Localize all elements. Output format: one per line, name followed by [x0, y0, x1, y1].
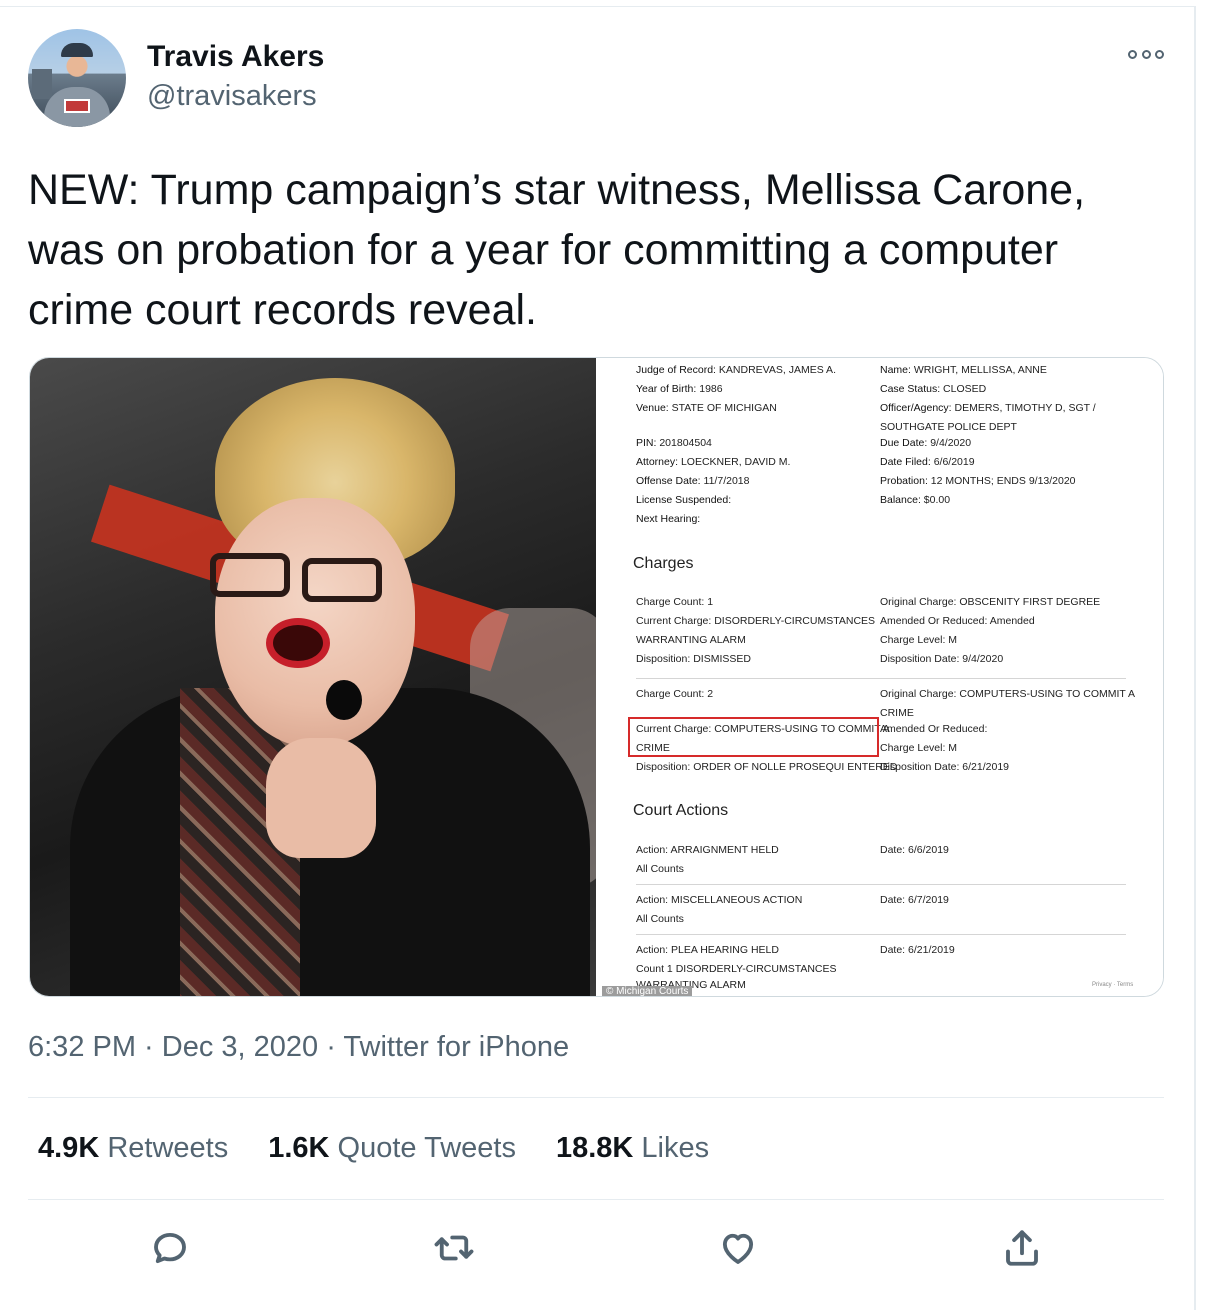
- court-record[interactable]: Judge of Record: KANDREVAS, JAMES A. Yea…: [596, 358, 1163, 996]
- reply-icon: [154, 1232, 186, 1264]
- meta-separator: ·: [318, 1031, 344, 1063]
- tweet-date[interactable]: Dec 3, 2020: [162, 1031, 318, 1063]
- retweet-button[interactable]: [430, 1224, 478, 1272]
- avatar-cap: [61, 43, 93, 57]
- record-divider: [636, 884, 1126, 885]
- photo-hand: [266, 738, 376, 858]
- divider: [28, 1097, 1164, 1098]
- court-action-date: Date: 6/6/2019: [880, 844, 949, 856]
- more-dot: [1141, 49, 1151, 59]
- disposition-date: Disposition Date: 6/21/2019: [880, 761, 1009, 773]
- media-photo[interactable]: [30, 358, 596, 996]
- more-icon[interactable]: [1128, 46, 1164, 62]
- charge-level: Charge Level: M: [880, 634, 958, 646]
- record-field: Case Status: CLOSED: [880, 383, 987, 395]
- share-icon: [1006, 1230, 1038, 1266]
- likes-count: 18.8K: [555, 1132, 634, 1164]
- photo-mouth: [266, 618, 330, 668]
- meta-separator: ·: [136, 1031, 162, 1063]
- heart-icon: [722, 1233, 754, 1264]
- tweet-time[interactable]: 6:32 PM: [28, 1031, 136, 1063]
- charge-count: Charge Count: 1: [636, 596, 714, 608]
- divider: [28, 1199, 1164, 1200]
- card-top-border: [0, 6, 1196, 7]
- amended-or-reduced: Amended Or Reduced:: [880, 723, 988, 735]
- court-action: Action: PLEA HEARING HELD: [636, 944, 779, 956]
- card-right-border: [1194, 6, 1196, 1310]
- more-dot: [1128, 49, 1137, 59]
- record-footer: Privacy · Terms: [1092, 982, 1134, 988]
- avatar[interactable]: [28, 29, 126, 127]
- record-field: Year of Birth: 1986: [636, 383, 723, 395]
- share-button[interactable]: [998, 1224, 1046, 1272]
- record-field: License Suspended:: [636, 494, 732, 506]
- disposition-date: Disposition Date: 9/4/2020: [880, 653, 1004, 665]
- quote-tweets-label: Quote Tweets: [337, 1132, 516, 1164]
- likes-stat[interactable]: 18.8K Likes: [556, 1132, 709, 1165]
- tweet-text: NEW: Trump campaign’s star witness, Mell…: [28, 166, 1086, 334]
- record-divider: [636, 678, 1126, 679]
- disposition: Disposition: ORDER OF NOLLE PROSEQUI ENT…: [636, 761, 898, 773]
- retweets-stat[interactable]: 4.9K Retweets: [38, 1132, 228, 1165]
- like-button[interactable]: [714, 1224, 762, 1272]
- current-charge-cont: WARRANTING ALARM: [636, 634, 746, 646]
- court-action: Action: MISCELLANEOUS ACTION: [636, 894, 803, 906]
- disposition: Disposition: DISMISSED: [636, 653, 751, 665]
- record-field: Judge of Record: KANDREVAS, JAMES A.: [636, 364, 836, 376]
- avatar-shirt-logo: [64, 99, 90, 113]
- record-field: Name: WRIGHT, MELLISSA, ANNE: [880, 364, 1047, 376]
- original-charge: Original Charge: OBSCENITY FIRST DEGREE: [880, 596, 1101, 608]
- tweet-metadata: 6:32 PM · Dec 3, 2020 · Twitter for iPho…: [28, 1031, 569, 1064]
- record-field: Offense Date: 11/7/2018: [636, 475, 750, 487]
- court-action-date: Date: 6/7/2019: [880, 894, 949, 906]
- record-field: Attorney: LOECKNER, DAVID M.: [636, 456, 791, 468]
- retweets-label: Retweets: [107, 1132, 229, 1164]
- original-charge-cont: CRIME: [880, 707, 914, 719]
- user-handle[interactable]: @travisakers: [147, 80, 317, 113]
- charge-level: Charge Level: M: [880, 742, 958, 754]
- record-field: SOUTHGATE POLICE DEPT: [880, 421, 1017, 433]
- charge-count: Charge Count: 2: [636, 688, 714, 700]
- court-actions-heading: Court Actions: [633, 802, 729, 819]
- record-field: Venue: STATE OF MICHIGAN: [636, 402, 777, 414]
- more-dot: [1155, 49, 1164, 59]
- record-field: Balance: $0.00: [880, 494, 951, 506]
- photo-glasses-right: [302, 558, 382, 602]
- record-field: PIN: 201804504: [636, 437, 712, 449]
- tweet-source[interactable]: Twitter for iPhone: [343, 1031, 569, 1063]
- record-field: Officer/Agency: DEMERS, TIMOTHY D, SGT /: [880, 402, 1096, 414]
- record-field: Date Filed: 6/6/2019: [880, 456, 975, 468]
- highlight-box: [628, 717, 879, 757]
- record-divider: [636, 934, 1126, 935]
- court-action-date: Date: 6/21/2019: [880, 944, 955, 956]
- avatar-background: [32, 69, 52, 99]
- original-charge: Original Charge: COMPUTERS-USING TO COMM…: [880, 688, 1135, 700]
- retweet-icon: [434, 1235, 474, 1261]
- engagement-stats: 4.9K Retweets 1.6K Quote Tweets 18.8K Li…: [38, 1132, 709, 1165]
- image-credit: © Michigan Courts: [602, 986, 693, 996]
- tweet-media[interactable]: Judge of Record: KANDREVAS, JAMES A. Yea…: [29, 357, 1164, 997]
- quote-tweets-count: 1.6K: [268, 1132, 330, 1164]
- photo-glasses-left: [210, 553, 290, 597]
- amended-or-reduced: Amended Or Reduced: Amended: [880, 615, 1035, 627]
- charges-heading: Charges: [633, 555, 694, 572]
- record-field: Next Hearing:: [636, 513, 701, 525]
- court-action-detail: All Counts: [636, 913, 684, 925]
- retweets-count: 4.9K: [38, 1132, 100, 1164]
- record-field: Due Date: 9/4/2020: [880, 437, 972, 449]
- quote-tweets-stat[interactable]: 1.6K Quote Tweets: [268, 1132, 516, 1165]
- display-name[interactable]: Travis Akers: [147, 40, 324, 74]
- court-action-detail: Count 1 DISORDERLY-CIRCUMSTANCES: [636, 963, 837, 975]
- photo-microphone: [326, 680, 362, 720]
- court-action-detail: All Counts: [636, 863, 684, 875]
- court-action: Action: ARRAIGNMENT HELD: [636, 844, 779, 856]
- likes-label: Likes: [641, 1132, 710, 1164]
- reply-button[interactable]: [146, 1224, 194, 1272]
- record-field: Probation: 12 MONTHS; ENDS 9/13/2020: [880, 475, 1076, 487]
- current-charge: Current Charge: DISORDERLY-CIRCUMSTANCES: [636, 615, 876, 627]
